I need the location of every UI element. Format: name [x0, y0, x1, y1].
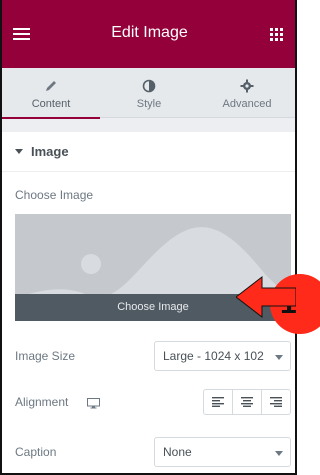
image-size-select[interactable]: Large - 1024 x 102: [154, 341, 291, 371]
monitor-icon[interactable]: [87, 396, 100, 414]
alignment-row: Alignment: [15, 387, 291, 417]
panel-title: Edit Image: [111, 24, 188, 41]
image-size-value: Large - 1024 x 102: [163, 349, 264, 363]
image-size-label: Image Size: [15, 349, 76, 363]
gear-icon: [198, 77, 295, 95]
tab-advanced[interactable]: Advanced: [198, 68, 295, 118]
tab-label: Content: [31, 98, 71, 110]
grid-icon[interactable]: [270, 28, 283, 41]
choose-image-label: Choose Image: [15, 188, 94, 202]
tab-content[interactable]: Content: [2, 68, 100, 119]
align-right-icon[interactable]: [262, 390, 290, 414]
chevron-down-icon: [275, 355, 283, 360]
half-circle-icon: [100, 77, 198, 95]
alignment-toggle-group: [203, 389, 291, 415]
chevron-down-icon: [275, 451, 283, 456]
tab-label: Style: [136, 98, 162, 110]
editor-panel: Edit Image Content Style Advanced Image …: [0, 0, 297, 475]
caption-row: Caption None: [15, 437, 291, 467]
caption-value: None: [163, 445, 192, 459]
section-toggle[interactable]: Image: [2, 132, 295, 172]
tab-label: Advanced: [222, 98, 272, 110]
pencil-icon: [2, 77, 100, 95]
caption-label: Caption: [15, 445, 57, 459]
image-size-row: Image Size Large - 1024 x 102: [15, 341, 291, 371]
tab-style[interactable]: Style: [100, 68, 198, 118]
panel-header: Edit Image: [2, 0, 295, 68]
align-left-icon[interactable]: [204, 390, 233, 414]
caret-down-icon: [15, 149, 23, 154]
align-center-icon[interactable]: [233, 390, 262, 414]
alignment-label: Alignment: [15, 395, 69, 409]
annotation-arrow-icon: [236, 275, 296, 319]
caption-select[interactable]: None: [154, 437, 291, 467]
panel-tabs: Content Style Advanced: [2, 68, 295, 119]
section-title: Image: [31, 144, 69, 159]
